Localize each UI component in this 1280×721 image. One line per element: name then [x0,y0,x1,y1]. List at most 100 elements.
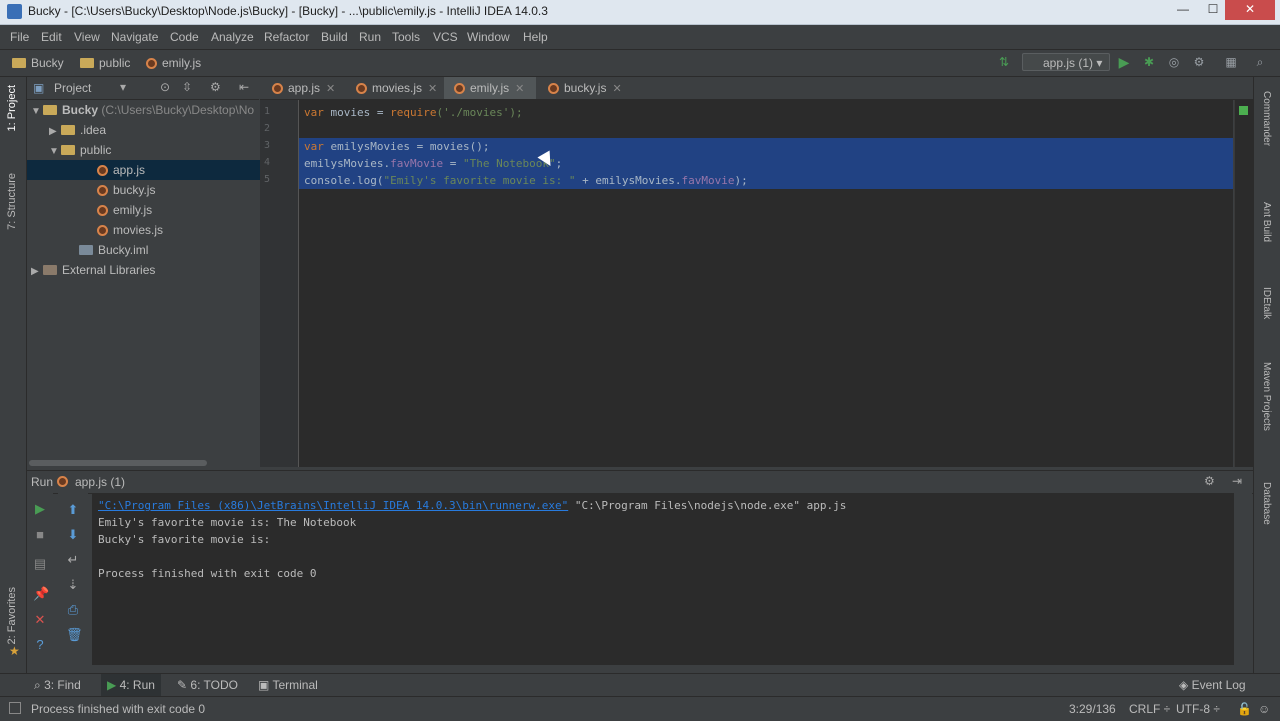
folder-icon [80,58,94,68]
menu-file[interactable]: File [10,30,29,44]
status-message: Process finished with exit code 0 [31,702,206,716]
tab-bucky-js[interactable]: bucky.js ✕ [538,77,628,99]
chevron-right-icon[interactable]: ▶ [31,262,43,282]
breadcrumb-bucky[interactable]: Bucky [12,56,64,70]
run-tab-app-js[interactable]: app.js (1) [75,475,125,489]
structure-tool-button[interactable]: 7: Structure [6,173,18,230]
code-line-1: var movies = require('./movies'); [304,106,523,119]
maximize-button[interactable]: ☐ [1198,0,1228,20]
tab-run[interactable]: ▶ 4: Run [101,674,161,696]
menu-edit[interactable]: Edit [41,30,62,44]
menu-window[interactable]: Window [467,30,510,44]
restore-layout-icon[interactable]: ▤ [33,557,47,571]
menu-run[interactable]: Run [359,30,381,44]
runner-path-link[interactable]: "C:\Program Files (x86)\JetBrains\Intell… [98,499,568,512]
gear-icon[interactable]: ⚙ [1204,474,1215,488]
chevron-right-icon[interactable]: ▶ [49,122,61,142]
tab-emily-js[interactable]: emily.js ✕ [444,77,536,99]
run-icon[interactable]: ▶ [1117,55,1131,69]
folder-icon [61,145,75,155]
js-file-icon [57,474,73,488]
close-icon[interactable]: ✕ [33,613,47,627]
run-config-select[interactable]: app.js (1) ▾ [1022,53,1110,71]
sync-icon[interactable]: ⊙ [160,80,170,94]
run-console[interactable]: "C:\Program Files (x86)\JetBrains\Intell… [92,493,1235,665]
tool-window-bar: ⌕ 3: Find ▶ 4: Run ✎ 6: TODO ▣ Terminal … [0,673,1280,696]
menu-refactor[interactable]: Refactor [264,30,309,44]
breadcrumb-emily-js[interactable]: emily.js [146,56,201,70]
tab-app-js[interactable]: app.js ✕ [262,77,344,99]
code-editor[interactable]: var movies = require('./movies'); var em… [299,100,1233,467]
tree-item[interactable]: ▶ External Libraries [27,260,263,280]
menu-code[interactable]: Code [170,30,199,44]
tree-item[interactable]: ▶ .idea [27,120,281,140]
close-icon[interactable]: ✕ [515,83,524,95]
code-line-4: emilysMovies.favMovie = "The Notebook"; [304,157,563,170]
event-log-button[interactable]: ◈ Event Log [1173,674,1252,696]
arrow-up-icon[interactable]: ⬆ [66,503,80,517]
js-file-icon [146,58,157,69]
stop-icon[interactable]: ■ [33,528,47,542]
favorites-tool-button[interactable]: 2: Favorites [6,587,18,644]
tab-movies-js[interactable]: movies.js ✕ [346,77,438,99]
inspector-icon[interactable]: ☺ [1258,702,1270,716]
tab-todo[interactable]: ✎ 6: TODO [171,674,244,696]
chevron-down-icon[interactable]: ▾ [120,80,126,94]
debug-icon[interactable]: ✱ [1142,55,1156,69]
tree-item[interactable]: ▼ Bucky (C:\Users\Bucky\Desktop\No [27,100,263,120]
build-icon[interactable]: ⇅ [997,55,1011,69]
sdk-settings-icon[interactable]: ▦ [1224,55,1238,69]
js-file-icon [97,185,108,196]
maven-projects-tool-button[interactable]: Maven Projects [1261,362,1272,431]
help-icon[interactable]: ? [33,638,47,652]
arrow-down-icon[interactable]: ⬇ [66,528,80,542]
rerun-icon[interactable]: ▶ [33,502,47,516]
print-icon[interactable]: ⎙ [66,603,80,617]
soft-wrap-icon[interactable]: ↵ [66,553,80,567]
tab-find[interactable]: ⌕ 3: Find [28,674,87,696]
horizontal-scrollbar[interactable] [29,460,207,466]
collapse-all-icon[interactable]: ⇳ [182,80,192,94]
menu-analyze[interactable]: Analyze [211,30,254,44]
line-number: 4 [263,157,270,168]
menu-help[interactable]: Help [523,30,548,44]
tree-item-label: .idea [80,123,107,137]
minimize-button[interactable]: — [1168,0,1198,20]
tab-terminal[interactable]: ▣ Terminal [252,674,324,696]
tree-item[interactable]: Bucky.iml [27,240,299,260]
coverage-icon[interactable]: ◎ [1167,55,1181,69]
chevron-down-icon[interactable]: ▼ [49,142,61,162]
line-separator[interactable]: CRLF ÷ [1129,702,1170,716]
idetalk-tool-button[interactable]: IDEtalk [1261,287,1272,319]
profile-icon[interactable]: ⚙ [1192,55,1206,69]
hide-panel-icon[interactable]: ⇤ [239,80,249,94]
file-encoding[interactable]: UTF-8 ÷ [1176,702,1220,716]
close-icon[interactable]: ✕ [326,83,335,95]
toggle-tool-windows-icon[interactable] [9,702,21,714]
breadcrumb-public[interactable]: public [80,56,130,70]
gear-icon[interactable]: ⚙ [210,80,221,94]
close-icon[interactable]: ✕ [612,83,621,95]
project-view-select[interactable]: Project [54,81,91,95]
project-tool-button[interactable]: 1: Project [6,85,18,131]
tree-item[interactable]: ▼ public [27,140,281,160]
scroll-to-end-icon[interactable]: ⇣ [66,578,80,592]
clear-all-icon[interactable]: 🗑 [66,628,83,642]
search-icon[interactable]: ⌕ [1253,55,1267,69]
menu-build[interactable]: Build [321,30,348,44]
commander-tool-button[interactable]: Commander [1261,91,1272,146]
menu-tools[interactable]: Tools [392,30,420,44]
menu-navigate[interactable]: Navigate [111,30,158,44]
database-tool-button[interactable]: Database [1261,482,1272,525]
close-icon[interactable]: ✕ [428,83,437,95]
status-bar: Process finished with exit code 0 3:29/1… [0,696,1280,721]
menu-vcs[interactable]: VCS [433,30,458,44]
menu-view[interactable]: View [74,30,100,44]
chevron-down-icon[interactable]: ▼ [31,102,43,122]
hide-panel-icon[interactable]: ⇥ [1232,474,1242,488]
pin-icon[interactable]: 📌 [33,587,49,601]
lock-icon[interactable]: 🔓 [1237,702,1252,716]
ant-build-tool-button[interactable]: Ant Build [1261,202,1272,242]
caret-position[interactable]: 3:29/136 [1069,702,1116,716]
close-button[interactable]: ✕ [1225,0,1275,20]
